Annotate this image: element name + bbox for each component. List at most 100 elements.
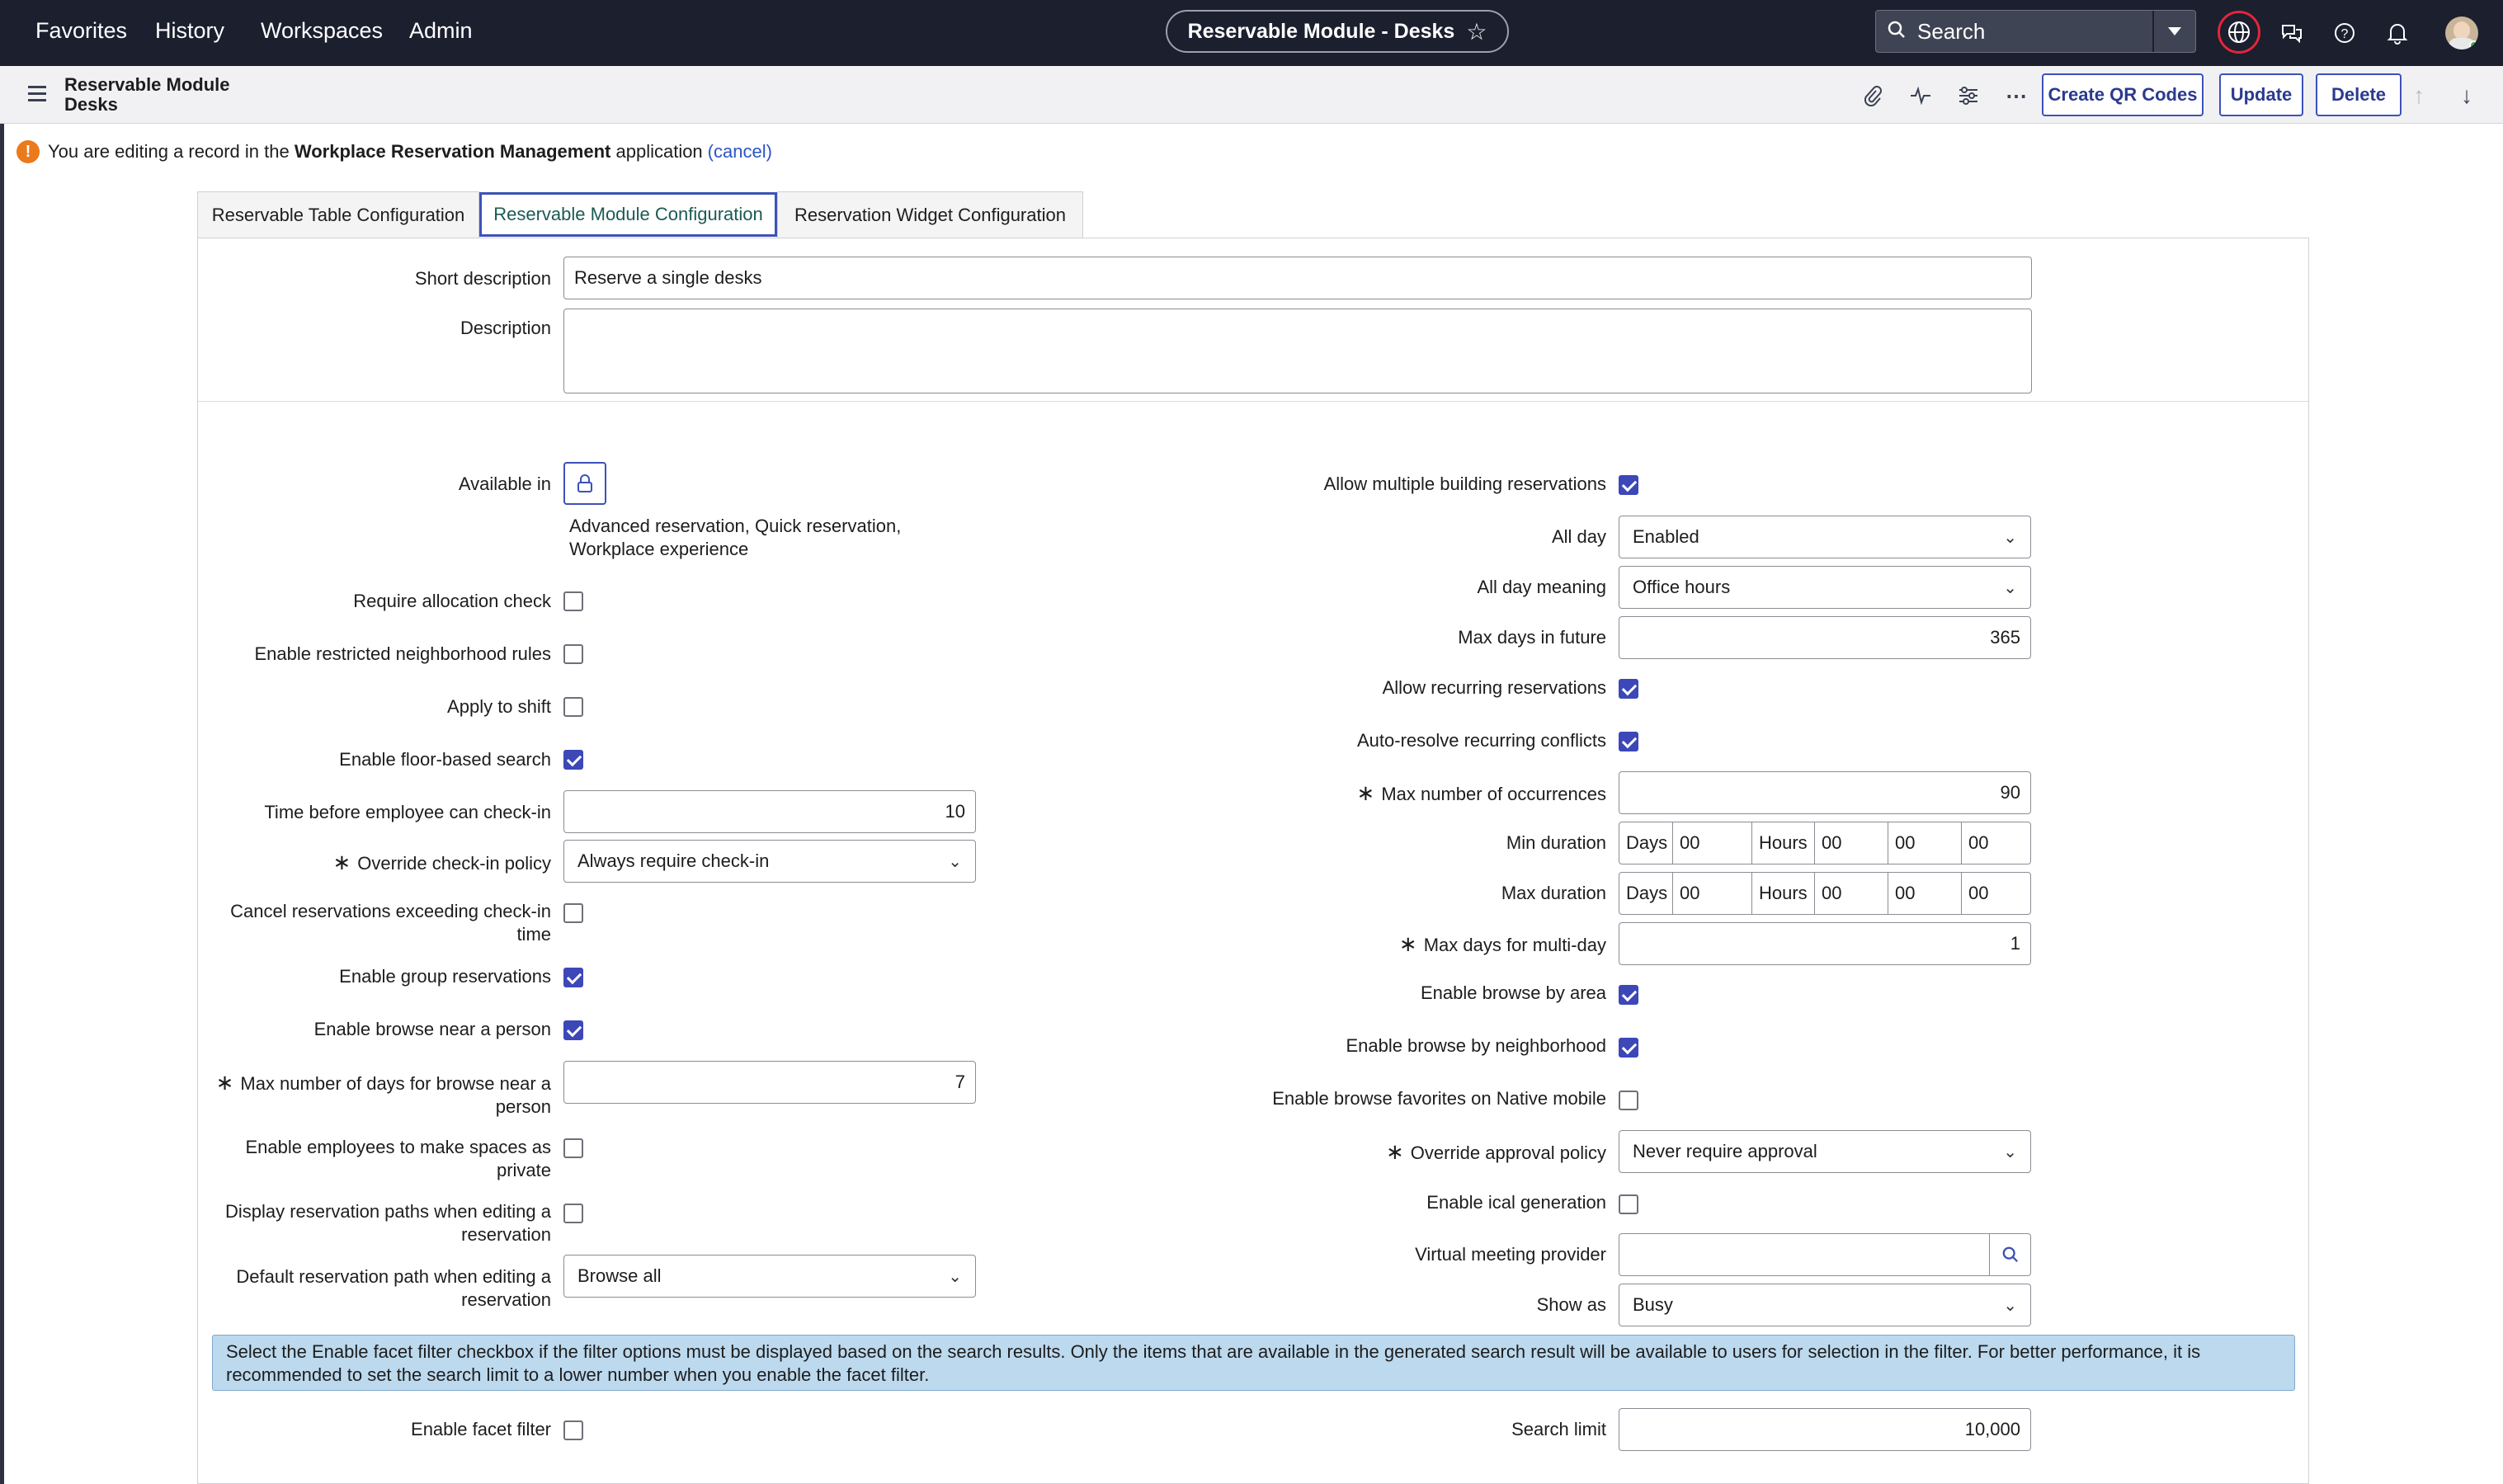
enable-restricted-neighborhood-checkbox[interactable] xyxy=(563,644,583,664)
enable-facet-filter-label: Enable facet filter xyxy=(411,1419,551,1439)
override-checkin-select[interactable]: Always require check-in ⌄ xyxy=(563,840,976,883)
browse-favorites-mobile-checkbox[interactable] xyxy=(1619,1091,1638,1110)
browse-by-area-label: Enable browse by area xyxy=(1420,982,1606,1003)
lock-icon[interactable] xyxy=(563,462,606,505)
menu-history[interactable]: History xyxy=(155,18,224,44)
enable-floor-search-label: Enable floor-based search xyxy=(339,749,551,770)
chat-icon[interactable] xyxy=(2276,17,2307,49)
browse-by-neighborhood-checkbox[interactable] xyxy=(1619,1038,1638,1058)
help-icon[interactable]: ? xyxy=(2329,17,2360,49)
next-record-arrow-icon[interactable]: ↓ xyxy=(2461,82,2472,109)
max-days-browse-input[interactable]: 7 xyxy=(563,1061,976,1104)
description-textarea[interactable] xyxy=(563,309,2032,393)
allow-recurring-label: Allow recurring reservations xyxy=(1382,677,1606,698)
lookup-search-icon[interactable] xyxy=(1989,1234,2030,1275)
search-limit-input[interactable]: 10,000 xyxy=(1619,1408,2031,1451)
form-title: Reservable Module Desks xyxy=(64,74,230,115)
time-before-checkin-input[interactable]: 10 xyxy=(563,790,976,833)
min-duration-minutes-input[interactable]: 00 xyxy=(1888,822,1962,864)
cancel-edit-link[interactable]: (cancel) xyxy=(708,141,772,163)
browse-favorites-mobile-label: Enable browse favorites on Native mobile xyxy=(1272,1088,1606,1109)
record-title-pill[interactable]: Reservable Module - Desks ☆ xyxy=(1166,10,1509,53)
browse-by-area-checkbox[interactable] xyxy=(1619,985,1638,1005)
tab-reservable-table-configuration[interactable]: Reservable Table Configuration xyxy=(197,191,479,238)
global-search[interactable]: Search xyxy=(1875,10,2196,53)
require-allocation-check-checkbox[interactable] xyxy=(563,591,583,611)
update-button[interactable]: Update xyxy=(2219,73,2303,116)
star-icon[interactable]: ☆ xyxy=(1466,18,1487,45)
activity-pulse-icon[interactable] xyxy=(1907,82,1934,109)
warning-icon: ! xyxy=(16,140,40,163)
tab-reservable-module-configuration[interactable]: Reservable Module Configuration xyxy=(479,192,777,237)
chevron-down-icon: ⌄ xyxy=(2003,1142,2017,1161)
enable-ical-checkbox[interactable] xyxy=(1619,1194,1638,1214)
min-duration-days-input[interactable]: 00 xyxy=(1673,822,1752,864)
days-label: Days xyxy=(1619,822,1673,864)
min-duration-seconds-input[interactable]: 00 xyxy=(1962,822,2030,864)
max-duration-days-input[interactable]: 00 xyxy=(1673,873,1752,914)
enable-private-spaces-checkbox[interactable] xyxy=(563,1138,583,1158)
apply-to-shift-label: Apply to shift xyxy=(447,696,551,717)
max-duration-minutes-input[interactable]: 00 xyxy=(1888,873,1962,914)
notifications-bell-icon[interactable] xyxy=(2382,17,2413,49)
override-approval-select[interactable]: Never require approval ⌄ xyxy=(1619,1130,2031,1173)
show-as-select[interactable]: Busy ⌄ xyxy=(1619,1284,2031,1326)
settings-sliders-icon[interactable] xyxy=(1955,82,1982,109)
short-description-input[interactable]: Reserve a single desks xyxy=(563,257,2032,299)
description-label: Description xyxy=(460,318,551,338)
required-marker: ∗ xyxy=(332,850,351,874)
delete-button[interactable]: Delete xyxy=(2316,73,2402,116)
max-occurrences-input[interactable]: 90 xyxy=(1619,771,2031,814)
enable-facet-filter-checkbox[interactable] xyxy=(563,1420,583,1440)
globe-icon[interactable] xyxy=(2218,11,2260,54)
all-day-meaning-select[interactable]: Office hours ⌄ xyxy=(1619,566,2031,609)
enable-browse-near-person-checkbox[interactable] xyxy=(563,1020,583,1040)
min-duration-label: Min duration xyxy=(1506,832,1606,853)
menu-workspaces[interactable]: Workspaces xyxy=(261,18,383,44)
menu-favorites[interactable]: Favorites xyxy=(35,18,127,44)
days-label: Days xyxy=(1619,873,1673,914)
default-reservation-path-label: Default reservation path when editing ar… xyxy=(236,1266,551,1310)
max-days-future-input[interactable]: 365 xyxy=(1619,616,2031,659)
max-days-multiday-input[interactable]: 1 xyxy=(1619,922,2031,965)
max-duration-field: Days 00 Hours 00 00 00 xyxy=(1619,872,2031,915)
previous-record-arrow-icon[interactable]: ↑ xyxy=(2413,82,2425,109)
min-duration-hours-input[interactable]: 00 xyxy=(1815,822,1888,864)
tab-reservation-widget-configuration[interactable]: Reservation Widget Configuration xyxy=(777,191,1083,238)
show-as-label: Show as xyxy=(1536,1294,1606,1315)
hamburger-menu-icon[interactable] xyxy=(28,86,46,106)
virtual-meeting-provider-input[interactable] xyxy=(1619,1233,2031,1276)
more-options-icon[interactable]: ⋯ xyxy=(2003,82,2029,109)
default-reservation-path-select[interactable]: Browse all ⌄ xyxy=(563,1255,976,1298)
paperclip-icon[interactable] xyxy=(1860,82,1886,109)
max-duration-seconds-input[interactable]: 00 xyxy=(1962,873,2030,914)
search-limit-label: Search limit xyxy=(1511,1419,1606,1439)
hours-label: Hours xyxy=(1752,822,1815,864)
search-scope-dropdown[interactable] xyxy=(2152,11,2195,52)
chevron-down-icon: ⌄ xyxy=(2003,528,2017,547)
auto-resolve-conflicts-checkbox[interactable] xyxy=(1619,732,1638,751)
display-reservation-paths-checkbox[interactable] xyxy=(563,1204,583,1223)
time-before-checkin-label: Time before employee can check-in xyxy=(264,802,551,822)
menu-admin[interactable]: Admin xyxy=(409,18,473,44)
allow-multi-building-checkbox[interactable] xyxy=(1619,475,1638,495)
enable-floor-search-checkbox[interactable] xyxy=(563,750,583,770)
cancel-exceeding-checkin-checkbox[interactable] xyxy=(563,903,583,923)
enable-group-reservations-label: Enable group reservations xyxy=(339,966,551,987)
all-day-select[interactable]: Enabled ⌄ xyxy=(1619,516,2031,558)
enable-ical-label: Enable ical generation xyxy=(1426,1192,1606,1213)
allow-recurring-checkbox[interactable] xyxy=(1619,679,1638,699)
edit-notice: ! You are editing a record in the Workpl… xyxy=(16,140,772,163)
max-duration-hours-input[interactable]: 00 xyxy=(1815,873,1888,914)
section-divider xyxy=(198,401,2308,402)
enable-group-reservations-checkbox[interactable] xyxy=(563,968,583,987)
all-day-meaning-label: All day meaning xyxy=(1477,577,1606,597)
short-description-label: Short description xyxy=(414,268,551,289)
allow-multi-building-label: Allow multiple building reservations xyxy=(1323,473,1606,494)
apply-to-shift-checkbox[interactable] xyxy=(563,697,583,717)
browse-by-neighborhood-label: Enable browse by neighborhood xyxy=(1346,1035,1606,1056)
online-status-dot xyxy=(2469,40,2478,49)
user-avatar[interactable] xyxy=(2445,16,2478,49)
create-qr-codes-button[interactable]: Create QR Codes xyxy=(2042,73,2204,116)
facet-filter-info-box: Select the Enable facet filter checkbox … xyxy=(212,1335,2295,1391)
